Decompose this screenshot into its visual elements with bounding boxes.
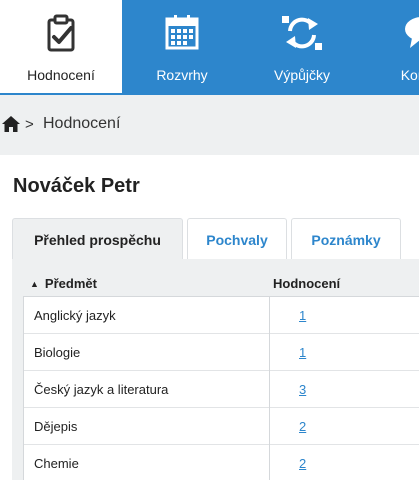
page-title: Nováček Petr <box>13 175 140 197</box>
nav-item-label: Výpůjčky <box>273 67 331 83</box>
nav-item-label: Hodnocení <box>27 67 95 83</box>
nav-item-vypujcky[interactable]: Výpůjčky <box>242 0 362 95</box>
column-divider <box>269 445 270 480</box>
subject-cell: Dějepis <box>34 419 78 434</box>
nav-item-label: Rozvrhy <box>156 67 208 83</box>
grade-link[interactable]: 1 <box>299 345 306 360</box>
column-divider <box>269 408 270 445</box>
nav-item-label: Komu <box>400 67 419 83</box>
tab-pochvaly[interactable]: Pochvaly <box>187 218 287 260</box>
subject-cell: Anglický jazyk <box>34 308 116 323</box>
nav-item-komunikace[interactable]: Komu <box>362 0 419 95</box>
top-navigation: Hodnocení Rozvrhy Výpůjčky Ko <box>0 0 419 95</box>
column-header-hodnoceni[interactable]: Hodnocení <box>273 276 340 291</box>
grade-link[interactable]: 2 <box>299 419 306 434</box>
table-row: Biologie 1 <box>24 334 419 371</box>
chat-bubble-icon <box>362 14 419 54</box>
tab-prehled-prospechu[interactable]: Přehled prospěchu <box>12 218 183 260</box>
clipboard-check-icon <box>0 14 122 54</box>
table-row: Dějepis 2 <box>24 408 419 445</box>
subject-cell: Chemie <box>34 456 79 471</box>
grades-table: Anglický jazyk 1 Biologie 1 Český jazyk … <box>23 296 419 480</box>
breadcrumb: > Hodnocení <box>0 95 419 155</box>
subject-cell: Český jazyk a literatura <box>34 382 169 397</box>
nav-item-rozvrhy[interactable]: Rozvrhy <box>122 0 242 95</box>
column-divider <box>269 297 270 334</box>
column-header-predmet[interactable]: ▲ Předmět <box>30 276 97 291</box>
column-divider <box>269 371 270 408</box>
grade-link[interactable]: 1 <box>299 308 306 323</box>
breadcrumb-separator: > <box>25 116 34 133</box>
breadcrumb-current: Hodnocení <box>43 115 121 132</box>
sort-ascending-icon: ▲ <box>30 279 39 289</box>
table-row: Anglický jazyk 1 <box>24 297 419 334</box>
grade-link[interactable]: 3 <box>299 382 306 397</box>
calendar-icon <box>122 14 242 54</box>
sync-arrows-icon <box>242 14 362 54</box>
column-divider <box>269 334 270 371</box>
table-row: Chemie 2 <box>24 445 419 480</box>
subject-cell: Biologie <box>34 345 81 360</box>
home-icon[interactable] <box>1 115 21 138</box>
tab-poznamky[interactable]: Poznámky <box>291 218 401 260</box>
tab-bar: Přehled prospěchu Pochvaly Poznámky <box>0 218 419 260</box>
grade-link[interactable]: 2 <box>299 456 306 471</box>
table-row: Český jazyk a literatura 3 <box>24 371 419 408</box>
column-header-label: Předmět <box>44 276 97 291</box>
nav-item-hodnoceni[interactable]: Hodnocení <box>0 0 122 95</box>
